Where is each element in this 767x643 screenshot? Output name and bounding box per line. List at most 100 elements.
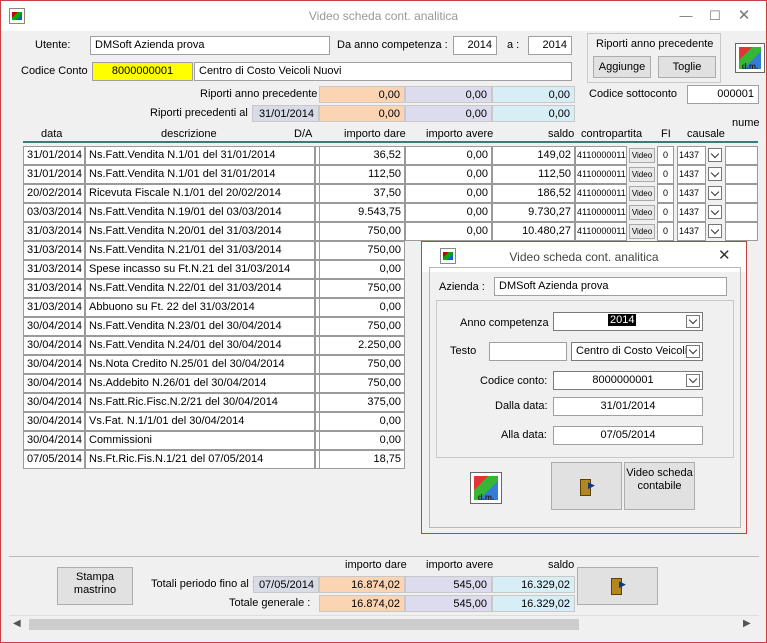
- cell-causale: 1437: [677, 184, 706, 203]
- generale-label: Totale generale :: [229, 597, 311, 609]
- cell-data: 30/04/2014: [23, 336, 85, 355]
- video-button[interactable]: Video: [629, 186, 655, 201]
- riporti-prec-label: Riporti precedenti al: [150, 107, 248, 119]
- scroll-right-icon[interactable]: ▶: [743, 618, 751, 629]
- cell-descrizione: Ns.Ft.Ric.Fis.N.1/21 del 07/05/2014: [85, 450, 315, 469]
- cell-fi: 0: [657, 203, 674, 222]
- table-row[interactable]: 31/01/2014 Ns.Fatt.Vendita N.1/01 del 31/…: [23, 146, 758, 165]
- cell-contropartita: 4110000011: [575, 165, 627, 184]
- cell-numero: [725, 203, 758, 222]
- scroll-left-icon[interactable]: ◀: [13, 618, 21, 629]
- cell-data: 31/03/2014: [23, 241, 85, 260]
- chevron-down-icon[interactable]: [708, 205, 722, 219]
- table-row[interactable]: 20/02/2014 Ricevuta Fiscale N.1/01 del 20…: [23, 184, 758, 203]
- video-button[interactable]: Video: [629, 224, 655, 239]
- header-divider: [23, 141, 758, 143]
- cell-descrizione: Ns.Nota Credito N.25/01 del 30/04/2014: [85, 355, 315, 374]
- chevron-down-icon[interactable]: [708, 148, 722, 162]
- chevron-down-icon[interactable]: [708, 167, 722, 181]
- dialog-dalla-field[interactable]: 31/01/2014: [553, 397, 703, 416]
- riporti-prec-saldo: 0,00: [492, 105, 575, 122]
- cell-dare: 750,00: [319, 317, 405, 336]
- cell-descrizione: Ns.Fatt.Vendita N.20/01 del 31/03/2014: [85, 222, 315, 241]
- dm-logo-button[interactable]: d.m.: [735, 43, 765, 73]
- dialog-dm-logo-button[interactable]: d.m.: [470, 472, 502, 504]
- minimize-icon[interactable]: —: [675, 6, 697, 26]
- dialog-testo-input[interactable]: [489, 342, 567, 361]
- cell-descrizione: Ns.Fatt.Vendita N.21/01 del 31/03/2014: [85, 241, 315, 260]
- cell-dare: 0,00: [319, 412, 405, 431]
- col-header-contropartita: contropartita: [581, 128, 643, 140]
- cell-descrizione: Abbuono su Ft. 22 del 31/03/2014: [85, 298, 315, 317]
- cell-dare: 375,00: [319, 393, 405, 412]
- dialog-testo-combo[interactable]: Centro di Costo Veicoli: [571, 342, 703, 361]
- cell-dare: 112,50: [319, 165, 405, 184]
- sottoconto-label: Codice sottoconto: [589, 88, 678, 100]
- cell-data: 30/04/2014: [23, 374, 85, 393]
- maximize-icon[interactable]: ☐: [704, 6, 726, 26]
- cell-descrizione: Ns.Fatt.Vendita N.23/01 del 30/04/2014: [85, 317, 315, 336]
- anno-to-field[interactable]: 2014: [528, 36, 572, 55]
- filter-dialog: Video scheda cont. analitica ✕ Azienda :…: [421, 241, 747, 534]
- dialog-close-icon[interactable]: ✕: [718, 246, 731, 264]
- video-button[interactable]: Video: [629, 205, 655, 220]
- cell-dare: 37,50: [319, 184, 405, 203]
- generale-saldo: 16.329,02: [492, 595, 575, 612]
- anno-from-field[interactable]: 2014: [453, 36, 497, 55]
- title-bar: Video scheda cont. analitica — ☐ ✕: [1, 1, 766, 31]
- chevron-down-icon[interactable]: [686, 374, 700, 387]
- dialog-anno-label: Anno competenza: [460, 317, 549, 329]
- codice-conto-label: Codice Conto: [21, 65, 88, 77]
- cell-data: 30/04/2014: [23, 412, 85, 431]
- stampa-mastrino-button[interactable]: Stampa mastrino: [57, 567, 133, 605]
- table-row[interactable]: 31/01/2014 Ns.Fatt.Vendita N.1/01 del 31/…: [23, 165, 758, 184]
- footer-divider: [9, 556, 759, 557]
- cell-contropartita: 4110000011: [575, 184, 627, 203]
- close-icon[interactable]: ✕: [733, 6, 755, 26]
- exit-door-icon: [580, 479, 595, 496]
- riporti-anno-saldo: 0,00: [492, 86, 575, 103]
- exit-button[interactable]: [577, 567, 658, 605]
- chevron-down-icon[interactable]: [708, 186, 722, 200]
- video-scheda-contabile-button[interactable]: Video scheda contabile: [624, 462, 695, 510]
- toglie-button[interactable]: Toglie: [658, 56, 716, 78]
- totali-saldo: 16.329,02: [492, 576, 575, 593]
- riporti-group-label: Riporti anno precedente: [596, 38, 714, 50]
- cell-fi: 0: [657, 165, 674, 184]
- cell-avere: 0,00: [405, 146, 492, 165]
- cell-data: 07/05/2014: [23, 450, 85, 469]
- sottoconto-field[interactable]: 000001: [687, 85, 759, 104]
- riporti-prec-date: 31/01/2014: [252, 105, 319, 122]
- chevron-down-icon[interactable]: [686, 345, 700, 358]
- riporti-prec-dare: 0,00: [319, 105, 405, 122]
- cell-fi: 0: [657, 146, 674, 165]
- horizontal-scrollbar[interactable]: ◀ ▶: [9, 615, 759, 632]
- col-header-da: D/A: [294, 128, 313, 140]
- video-button[interactable]: Video: [629, 148, 655, 163]
- utente-field[interactable]: DMSoft Azienda prova: [90, 36, 330, 55]
- scrollbar-thumb[interactable]: [29, 619, 579, 630]
- riporti-prec-avere: 0,00: [405, 105, 492, 122]
- dialog-anno-value: 2014: [608, 314, 637, 326]
- cell-data: 31/01/2014: [23, 165, 85, 184]
- dialog-anno-combo[interactable]: 2014: [553, 312, 703, 331]
- codice-conto-desc: Centro di Costo Veicoli Nuovi: [194, 62, 572, 81]
- chevron-down-icon[interactable]: [708, 224, 722, 238]
- col-header-numero: nume docu: [732, 118, 762, 129]
- table-row[interactable]: 31/03/2014 Ns.Fatt.Vendita N.20/01 del 31…: [23, 222, 758, 241]
- cell-saldo: 10.480,27: [492, 222, 575, 241]
- chevron-down-icon[interactable]: [686, 315, 700, 328]
- table-row[interactable]: 03/03/2014 Ns.Fatt.Vendita N.19/01 del 03…: [23, 203, 758, 222]
- generale-avere: 545,00: [405, 595, 492, 612]
- riporti-anno-avere: 0,00: [405, 86, 492, 103]
- aggiunge-button[interactable]: Aggiunge: [593, 56, 651, 78]
- dialog-codice-combo[interactable]: 8000000001: [553, 371, 703, 390]
- dialog-alla-field[interactable]: 07/05/2014: [553, 426, 703, 445]
- codice-conto-field[interactable]: 8000000001: [92, 62, 193, 81]
- cell-numero: [725, 165, 758, 184]
- dialog-exit-button[interactable]: [551, 462, 622, 510]
- footer-col-dare: importo dare: [345, 559, 407, 571]
- cell-dare: 18,75: [319, 450, 405, 469]
- cell-data: 03/03/2014: [23, 203, 85, 222]
- video-button[interactable]: Video: [629, 167, 655, 182]
